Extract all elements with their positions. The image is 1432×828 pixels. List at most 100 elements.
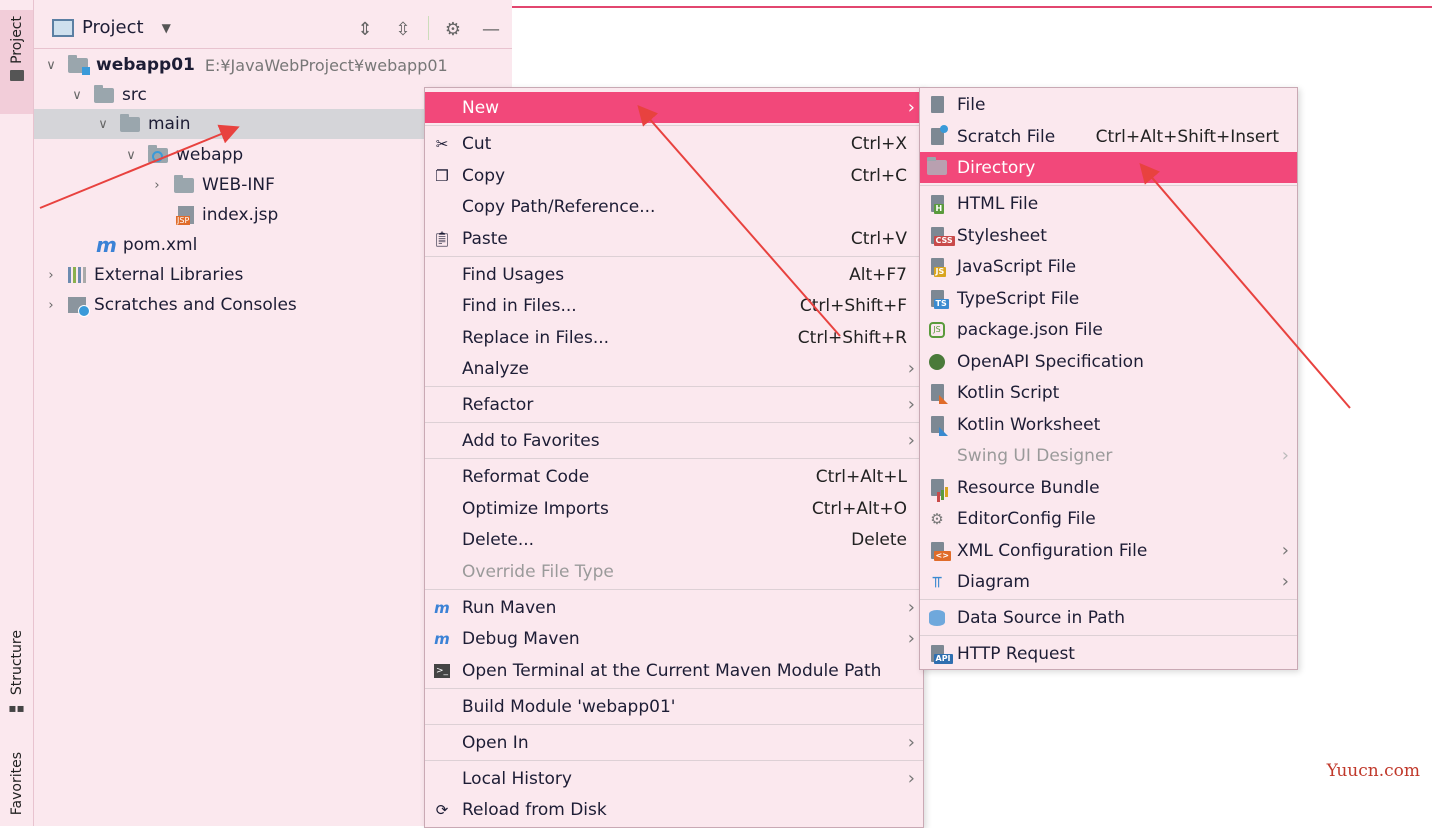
new-item-http-request[interactable]: API HTTP Request: [920, 638, 1297, 669]
menu-item-label: Copy Path/Reference...: [462, 196, 656, 217]
menu-item-reformat-code[interactable]: Reformat Code Ctrl+Alt+L: [425, 461, 923, 492]
tree-item-path: E:¥JavaWebProject¥webapp01: [204, 55, 448, 75]
chevron-down-icon: ∨: [46, 57, 56, 73]
menu-item-label: Reload from Disk: [462, 799, 607, 820]
menu-item-open-in[interactable]: Open In ›: [425, 727, 923, 758]
api-badge: API: [933, 654, 953, 664]
menu-item-analyze[interactable]: Analyze ›: [425, 353, 923, 384]
header-divider: [428, 16, 429, 40]
menu-item-label: Paste: [462, 228, 508, 249]
tree-item-webapp01[interactable]: ∨ webapp01 E:¥JavaWebProject¥webapp01: [34, 50, 522, 80]
menu-item-reload-from-disk[interactable]: ⟳ Reload from Disk: [425, 794, 923, 825]
menu-item-new[interactable]: New ›: [425, 92, 923, 123]
menu-item-shortcut: Ctrl+Alt+O: [811, 498, 907, 519]
menu-item-add-to-favorites[interactable]: Add to Favorites ›: [425, 425, 923, 456]
database-icon: [927, 608, 947, 628]
chevron-right-icon: ›: [907, 732, 915, 753]
menu-item-label: Add to Favorites: [462, 430, 600, 451]
new-item-diagram[interactable]: ⫪ Diagram ›: [920, 566, 1297, 597]
menu-item-build-module[interactable]: Build Module 'webapp01': [425, 691, 923, 722]
tree-item-label: Scratches and Consoles: [94, 295, 297, 315]
menu-item-label: Resource Bundle: [957, 477, 1100, 498]
new-item-directory[interactable]: Directory: [920, 152, 1297, 183]
menu-item-label: File: [957, 94, 986, 115]
new-item-javascript-file[interactable]: JS JavaScript File: [920, 251, 1297, 282]
tree-item-main[interactable]: ∨ main: [34, 109, 486, 139]
html-file-icon: H: [927, 194, 947, 214]
nodejs-badge: JS: [929, 321, 945, 338]
chevron-down-icon: ∨: [126, 147, 136, 163]
menu-item-shortcut: Ctrl+Alt+L: [815, 466, 907, 487]
menu-item-copy[interactable]: ❐ Copy Ctrl+C: [425, 160, 923, 191]
menu-item-replace-in-files[interactable]: Replace in Files... Ctrl+Shift+R: [425, 322, 923, 353]
maven-debug-icon: m: [434, 629, 450, 648]
new-item-typescript-file[interactable]: TS TypeScript File: [920, 283, 1297, 314]
chevron-right-icon: ›: [907, 394, 915, 415]
chevron-right-icon: ›: [907, 628, 915, 649]
favorites-tool-tab[interactable]: Favorites: [0, 752, 33, 826]
folder-icon: [9, 69, 24, 81]
structure-tool-tab[interactable]: Structure ▪▪: [0, 630, 33, 730]
minimize-icon[interactable]: —: [480, 18, 502, 40]
collapse-all-icon[interactable]: ⇳: [392, 18, 414, 40]
menu-item-cut[interactable]: ✂ Cut Ctrl+X: [425, 128, 923, 159]
chevron-right-icon: ›: [48, 267, 54, 283]
new-item-kotlin-worksheet[interactable]: Kotlin Worksheet: [920, 409, 1297, 440]
menu-item-label: EditorConfig File: [957, 508, 1096, 529]
new-item-resource-bundle[interactable]: Resource Bundle: [920, 472, 1297, 503]
new-item-editorconfig[interactable]: ⚙ EditorConfig File: [920, 503, 1297, 534]
chevron-right-icon: ›: [907, 430, 915, 451]
menu-separator: [425, 422, 923, 423]
menu-item-override-file-type: Override File Type: [425, 556, 923, 587]
menu-item-local-history[interactable]: Local History ›: [425, 763, 923, 794]
menu-item-run-maven[interactable]: m Run Maven ›: [425, 592, 923, 623]
menu-item-delete[interactable]: Delete... Delete: [425, 524, 923, 555]
menu-item-label: Open In: [462, 732, 529, 753]
menu-item-copy-path[interactable]: Copy Path/Reference...: [425, 191, 923, 222]
maven-icon: m: [96, 233, 117, 257]
new-item-kotlin-script[interactable]: Kotlin Script: [920, 377, 1297, 408]
menu-item-open-terminal[interactable]: >_ Open Terminal at the Current Maven Mo…: [425, 655, 923, 686]
menu-item-paste[interactable]: 📋︎ Paste Ctrl+V: [425, 223, 923, 254]
menu-item-refactor[interactable]: Refactor ›: [425, 389, 923, 420]
menu-item-label: package.json File: [957, 319, 1103, 340]
tree-item-label: pom.xml: [122, 235, 198, 255]
http-request-icon: API: [927, 644, 953, 664]
menu-separator: [425, 760, 923, 761]
new-item-openapi[interactable]: OpenAPI Specification: [920, 346, 1297, 377]
project-tool-tab[interactable]: Project: [0, 10, 33, 114]
new-item-xml-configuration[interactable]: <> XML Configuration File ›: [920, 535, 1297, 566]
chevron-right-icon: ›: [154, 177, 160, 193]
new-item-scratch-file[interactable]: Scratch File Ctrl+Alt+Shift+Insert: [920, 121, 1297, 152]
expand-all-icon[interactable]: ⇕: [354, 18, 376, 40]
new-item-data-source-in-path[interactable]: Data Source in Path: [920, 602, 1297, 633]
jsp-badge: JSP: [176, 216, 191, 225]
jsp-file-icon: JSP: [176, 206, 194, 225]
gear-icon[interactable]: ⚙: [442, 18, 464, 40]
new-item-swing-ui-designer: Swing UI Designer ›: [920, 440, 1297, 471]
project-view-selector[interactable]: Project ▼: [52, 17, 171, 38]
menu-item-label: Replace in Files...: [462, 327, 610, 348]
new-item-file[interactable]: File: [920, 89, 1297, 120]
menu-item-find-in-files[interactable]: Find in Files... Ctrl+Shift+F: [425, 290, 923, 321]
chevron-down-icon: ▼: [161, 20, 171, 35]
menu-item-find-usages[interactable]: Find Usages Alt+F7: [425, 259, 923, 290]
kotlin-icon: [927, 415, 948, 436]
menu-item-debug-maven[interactable]: m Debug Maven ›: [425, 623, 923, 654]
menu-item-label: JavaScript File: [957, 256, 1077, 277]
chevron-right-icon: ›: [1281, 445, 1289, 466]
tree-item-label: index.jsp: [202, 205, 279, 225]
scratches-icon: [68, 297, 90, 317]
libraries-icon: [68, 267, 86, 283]
tree-item-label: main: [148, 114, 191, 134]
menu-item-optimize-imports[interactable]: Optimize Imports Ctrl+Alt+O: [425, 493, 923, 524]
module-icon: [68, 54, 90, 75]
menu-item-shortcut: Ctrl+Shift+F: [799, 295, 907, 316]
new-item-stylesheet[interactable]: CSS Stylesheet: [920, 220, 1297, 251]
menu-separator: [425, 256, 923, 257]
new-item-html-file[interactable]: H HTML File: [920, 188, 1297, 219]
menu-item-label: New: [462, 97, 500, 118]
menu-item-label: XML Configuration File: [957, 540, 1148, 561]
new-item-package-json[interactable]: JS package.json File: [920, 314, 1297, 345]
favorites-tab-label: Favorites: [8, 752, 25, 816]
